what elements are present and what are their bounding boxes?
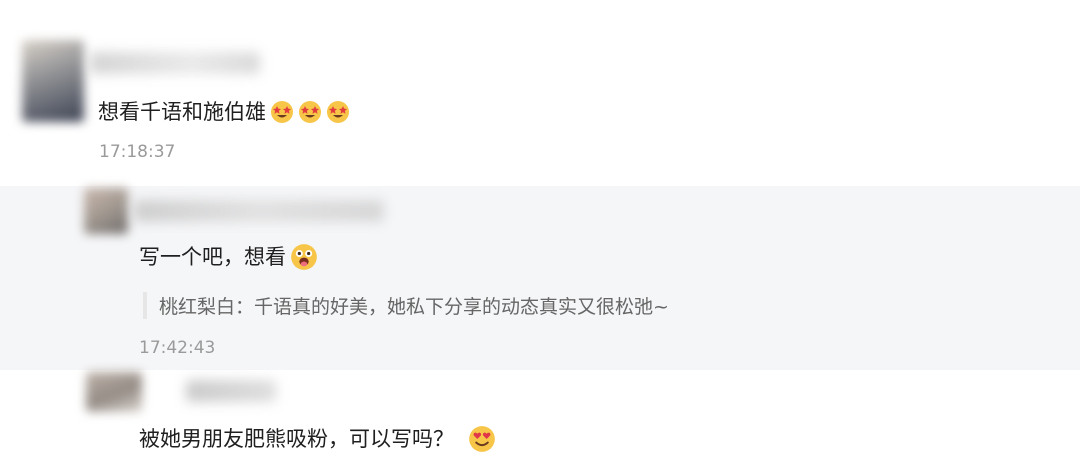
comment-text: 想看千语和施伯雄 <box>98 97 350 127</box>
reply-text-content: 被她男朋友肥熊吸粉，可以写吗？ <box>139 427 454 451</box>
heart-eyes-emoji-icon <box>469 426 495 452</box>
star-struck-emoji-icon <box>299 101 321 123</box>
username-redacted[interactable] <box>134 200 384 222</box>
timestamp: 17:42:43 <box>139 338 216 358</box>
reply-text-content: 写一个吧，想看 <box>139 245 286 269</box>
reply-text: 写一个吧，想看 <box>139 242 318 272</box>
star-struck-emoji-icon <box>327 101 349 123</box>
comment-text-content: 想看千语和施伯雄 <box>98 100 266 124</box>
reply-text: 被她男朋友肥熊吸粉，可以写吗？ <box>139 424 496 454</box>
username-redacted[interactable] <box>90 52 260 74</box>
timestamp: 17:18:37 <box>99 142 176 162</box>
username-redacted[interactable] <box>186 380 276 402</box>
avatar[interactable] <box>84 188 128 234</box>
star-struck-emoji-icon <box>271 101 293 123</box>
avatar[interactable] <box>86 372 142 412</box>
quoted-reply: 桃红梨白：千语真的好美，她私下分享的动态真实又很松弛~ <box>143 292 669 319</box>
avatar[interactable] <box>22 40 84 122</box>
shocked-tongue-emoji-icon <box>291 244 317 270</box>
